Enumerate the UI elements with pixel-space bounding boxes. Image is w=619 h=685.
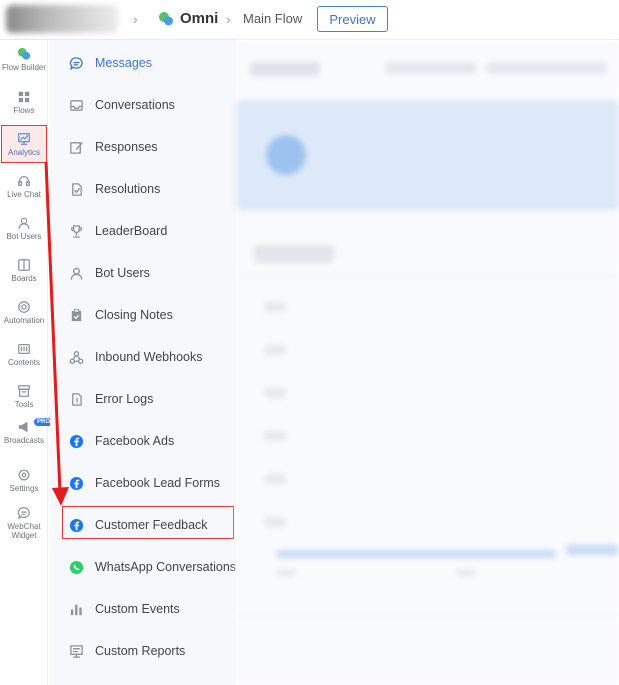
headset-icon	[18, 176, 30, 186]
tools-icon	[18, 385, 30, 397]
submenu-item-label: Inbound Webhooks	[95, 350, 203, 364]
bar-chart-icon	[70, 604, 82, 616]
rail-item-label: Automation	[3, 316, 45, 325]
rail-item-tools[interactable]: Tools	[0, 384, 48, 409]
rail-item-label: Flows	[13, 106, 35, 115]
rail-item-contents[interactable]: Contents	[0, 342, 48, 367]
top-bar: › Omni › Main Flow Preview	[0, 0, 619, 40]
rail-item-analytics[interactable]: Analytics	[0, 132, 48, 157]
submenu-item-leaderboard[interactable]: LeaderBoard	[50, 210, 236, 252]
error-doc-icon	[72, 393, 82, 406]
rail-item-flows[interactable]: Flows	[0, 90, 48, 115]
submenu-item-facebook-ads[interactable]: Facebook Ads	[50, 420, 236, 462]
submenu-item-label: Responses	[95, 140, 158, 154]
rail-item-label: Widget	[11, 531, 37, 540]
user-icon	[70, 267, 83, 280]
rail-item-label: Broadcasts	[3, 436, 45, 445]
rail-item-webchat[interactable]: WebChat Widget	[0, 506, 48, 540]
clipboard-icon	[71, 308, 82, 322]
rail-item-label: WebChat	[7, 522, 41, 531]
submenu-item-label: WhatsApp Conversations	[95, 560, 237, 574]
megaphone-icon	[18, 421, 28, 433]
customer-feedback-highlight-box	[62, 506, 234, 539]
whatsapp-icon	[69, 560, 84, 575]
submenu-item-label: Error Logs	[95, 392, 154, 406]
rail-item-label: Flow Builder	[1, 63, 46, 72]
breadcrumb-chevron-icon: ›	[226, 11, 231, 27]
check-doc-icon	[72, 183, 82, 196]
breadcrumb-flow[interactable]: Main Flow	[243, 11, 302, 26]
submenu-item-facebook-lead-forms[interactable]: Facebook Lead Forms	[50, 462, 236, 504]
facebook-icon	[69, 476, 84, 491]
submenu-item-inbound-webhooks[interactable]: Inbound Webhooks	[50, 336, 236, 378]
user-icon	[18, 217, 30, 229]
rail-item-label: Contents	[7, 358, 41, 367]
gear-icon	[18, 469, 30, 481]
submenu-item-label: Messages	[95, 56, 152, 70]
rail-item-label: Tools	[14, 400, 34, 409]
breadcrumb-project[interactable]: Omni	[180, 10, 218, 27]
omni-chat-icon	[159, 12, 173, 26]
rail-item-label: Live Chat	[7, 190, 41, 199]
submenu-item-label: Facebook Ads	[95, 434, 175, 448]
rail-item-settings[interactable]: Settings	[0, 468, 48, 493]
edit-icon	[70, 142, 83, 154]
analytics-content-area	[236, 40, 619, 685]
submenu-item-label: Custom Events	[95, 602, 180, 616]
submenu-item-label: Bot Users	[95, 266, 150, 280]
automation-icon	[18, 301, 30, 313]
submenu-item-custom-reports[interactable]: Custom Reports	[50, 630, 236, 672]
chat-bubble-icon	[17, 507, 30, 519]
submenu-item-label: LeaderBoard	[95, 224, 168, 238]
submenu-item-conversations[interactable]: Conversations	[50, 84, 236, 126]
submenu-item-responses[interactable]: Responses	[50, 126, 236, 168]
rail-item-boards[interactable]: Boards	[0, 258, 48, 283]
workspace-logo[interactable]	[6, 5, 118, 33]
grid-icon	[18, 91, 30, 103]
board-icon	[18, 259, 30, 271]
rail-item-label: Analytics	[7, 148, 40, 157]
flow-builder-icon	[17, 47, 31, 60]
rail-item-label: Settings	[9, 484, 39, 493]
rail-item-bot-users[interactable]: Bot Users	[0, 216, 48, 241]
breadcrumb-chevron-icon: ›	[133, 11, 138, 27]
rail-item-broadcasts[interactable]: PRO Broadcasts	[0, 418, 54, 445]
submenu-item-whatsapp-conversations[interactable]: WhatsApp Conversations	[50, 546, 236, 588]
rail-item-automation[interactable]: Automation	[0, 300, 48, 325]
rail-item-live-chat[interactable]: Live Chat	[0, 174, 48, 199]
inbox-icon	[70, 100, 83, 111]
submenu-item-label: Custom Reports	[95, 644, 186, 658]
submenu-item-messages[interactable]: Messages	[50, 42, 236, 84]
report-icon	[70, 645, 83, 658]
rail-item-flow-builder[interactable]: Flow Builder	[0, 47, 48, 72]
webhook-icon	[69, 351, 84, 364]
submenu-item-label: Conversations	[95, 98, 175, 112]
rail-item-label: Boards	[11, 274, 37, 283]
chat-bubble-icon	[69, 57, 83, 70]
submenu-item-custom-events[interactable]: Custom Events	[50, 588, 236, 630]
submenu-item-label: Closing Notes	[95, 308, 173, 322]
trophy-icon	[70, 225, 83, 238]
rail-item-label: Bot Users	[6, 232, 42, 241]
submenu-item-resolutions[interactable]: Resolutions	[50, 168, 236, 210]
submenu-item-closing-notes[interactable]: Closing Notes	[50, 294, 236, 336]
facebook-icon	[69, 434, 84, 449]
analytics-icon	[18, 133, 30, 145]
submenu-item-label: Resolutions	[95, 182, 161, 196]
submenu-item-bot-users[interactable]: Bot Users	[50, 252, 236, 294]
submenu-item-error-logs[interactable]: Error Logs	[50, 378, 236, 420]
submenu-item-label: Facebook Lead Forms	[95, 476, 221, 490]
preview-button[interactable]: Preview	[317, 6, 388, 32]
contents-icon	[18, 344, 30, 354]
